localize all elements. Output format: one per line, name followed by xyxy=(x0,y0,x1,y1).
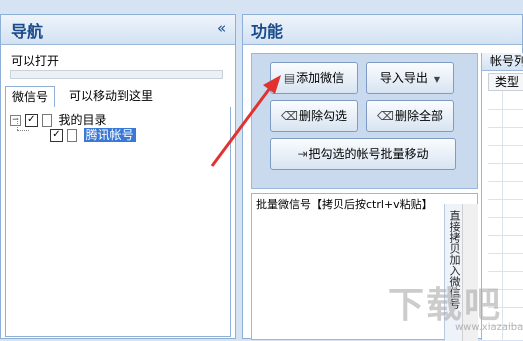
delete-all-button[interactable]: ⌫删除全部 xyxy=(366,100,454,132)
tree-connector xyxy=(17,130,29,131)
grid-line xyxy=(488,127,523,128)
navigation-header: 导航 « xyxy=(1,15,235,45)
tree-child-label: 腾讯帐号 xyxy=(83,128,136,142)
tree-item-root[interactable]: − ✓ 我的目录 xyxy=(10,112,107,128)
function-header: 功能 xyxy=(243,15,522,45)
grid-line xyxy=(488,199,523,200)
eraser-icon: ⌫ xyxy=(281,109,298,123)
batch-move-button[interactable]: ⇥把勾选的帐号批量移动 xyxy=(270,138,456,170)
collapse-icon[interactable]: « xyxy=(217,19,226,37)
add-wechat-button[interactable]: ▤添加微信 xyxy=(270,62,358,94)
dropdown-arrow-icon: ▼ xyxy=(433,75,441,84)
navigation-progress-bar xyxy=(10,70,223,79)
grid-line xyxy=(502,91,503,340)
document-icon xyxy=(41,114,52,127)
grid-line xyxy=(488,181,523,182)
delete-checked-button[interactable]: ⌫删除勾选 xyxy=(270,100,358,132)
batch-wechat-label: 批量微信号【拷贝后按ctrl+v粘贴】 xyxy=(256,198,433,211)
tree-child-checkbox[interactable]: ✓ xyxy=(50,129,63,142)
navigation-title: 导航 xyxy=(11,22,44,41)
eraser-icon: ⌫ xyxy=(377,109,394,123)
import-export-label: 导入导出 xyxy=(379,71,428,85)
tree-root-checkbox[interactable]: ✓ xyxy=(24,114,38,127)
column-header-type[interactable]: 类型 xyxy=(488,73,523,91)
import-export-button[interactable]: 导入导出 ▼ xyxy=(366,62,454,94)
tree-root-label: 我的目录 xyxy=(58,113,107,127)
grid-line xyxy=(488,145,523,146)
delete-checked-label: 删除勾选 xyxy=(298,109,347,123)
grid-line xyxy=(488,271,523,272)
tab-movable-here[interactable]: 可以移动到这里 xyxy=(63,86,159,108)
grid-line xyxy=(488,109,523,110)
tree-item-child[interactable]: ✓ 腾讯帐号 xyxy=(50,127,136,143)
add-list-icon: ▤ xyxy=(283,71,296,85)
move-list-icon: ⇥ xyxy=(297,147,308,161)
tab-wechat-id[interactable]: 微信号 xyxy=(5,86,56,108)
grid-line xyxy=(488,235,523,236)
add-wechat-label: 添加微信 xyxy=(296,71,345,85)
account-list-header: 帐号列 xyxy=(482,53,523,71)
tree-collapse-icon[interactable]: − xyxy=(10,115,21,126)
batch-move-label: 把勾选的帐号批量移动 xyxy=(308,147,429,161)
directory-tree: − ✓ 我的目录 ✓ 腾讯帐号 xyxy=(5,107,231,337)
navigation-panel: 导航 « 可以打开 微信号 可以移动到这里 − ✓ 我的目录 ✓ 腾讯帐号 xyxy=(0,14,236,339)
grid-line xyxy=(488,253,523,254)
watermark-url: www.xiazaiba.com xyxy=(455,322,523,333)
navigation-sublabel: 可以打开 xyxy=(11,54,60,68)
tree-connector xyxy=(17,118,18,130)
function-title: 功能 xyxy=(251,22,284,41)
grid-line xyxy=(488,217,523,218)
action-button-group: ▤添加微信 导入导出 ▼ ⌫删除勾选 ⌫删除全部 ⇥把勾选的帐号批量移动 xyxy=(251,53,478,189)
watermark-logo: 下载吧 xyxy=(388,285,503,326)
delete-all-label: 删除全部 xyxy=(394,109,443,123)
document-icon xyxy=(66,129,77,142)
grid-line xyxy=(488,163,523,164)
